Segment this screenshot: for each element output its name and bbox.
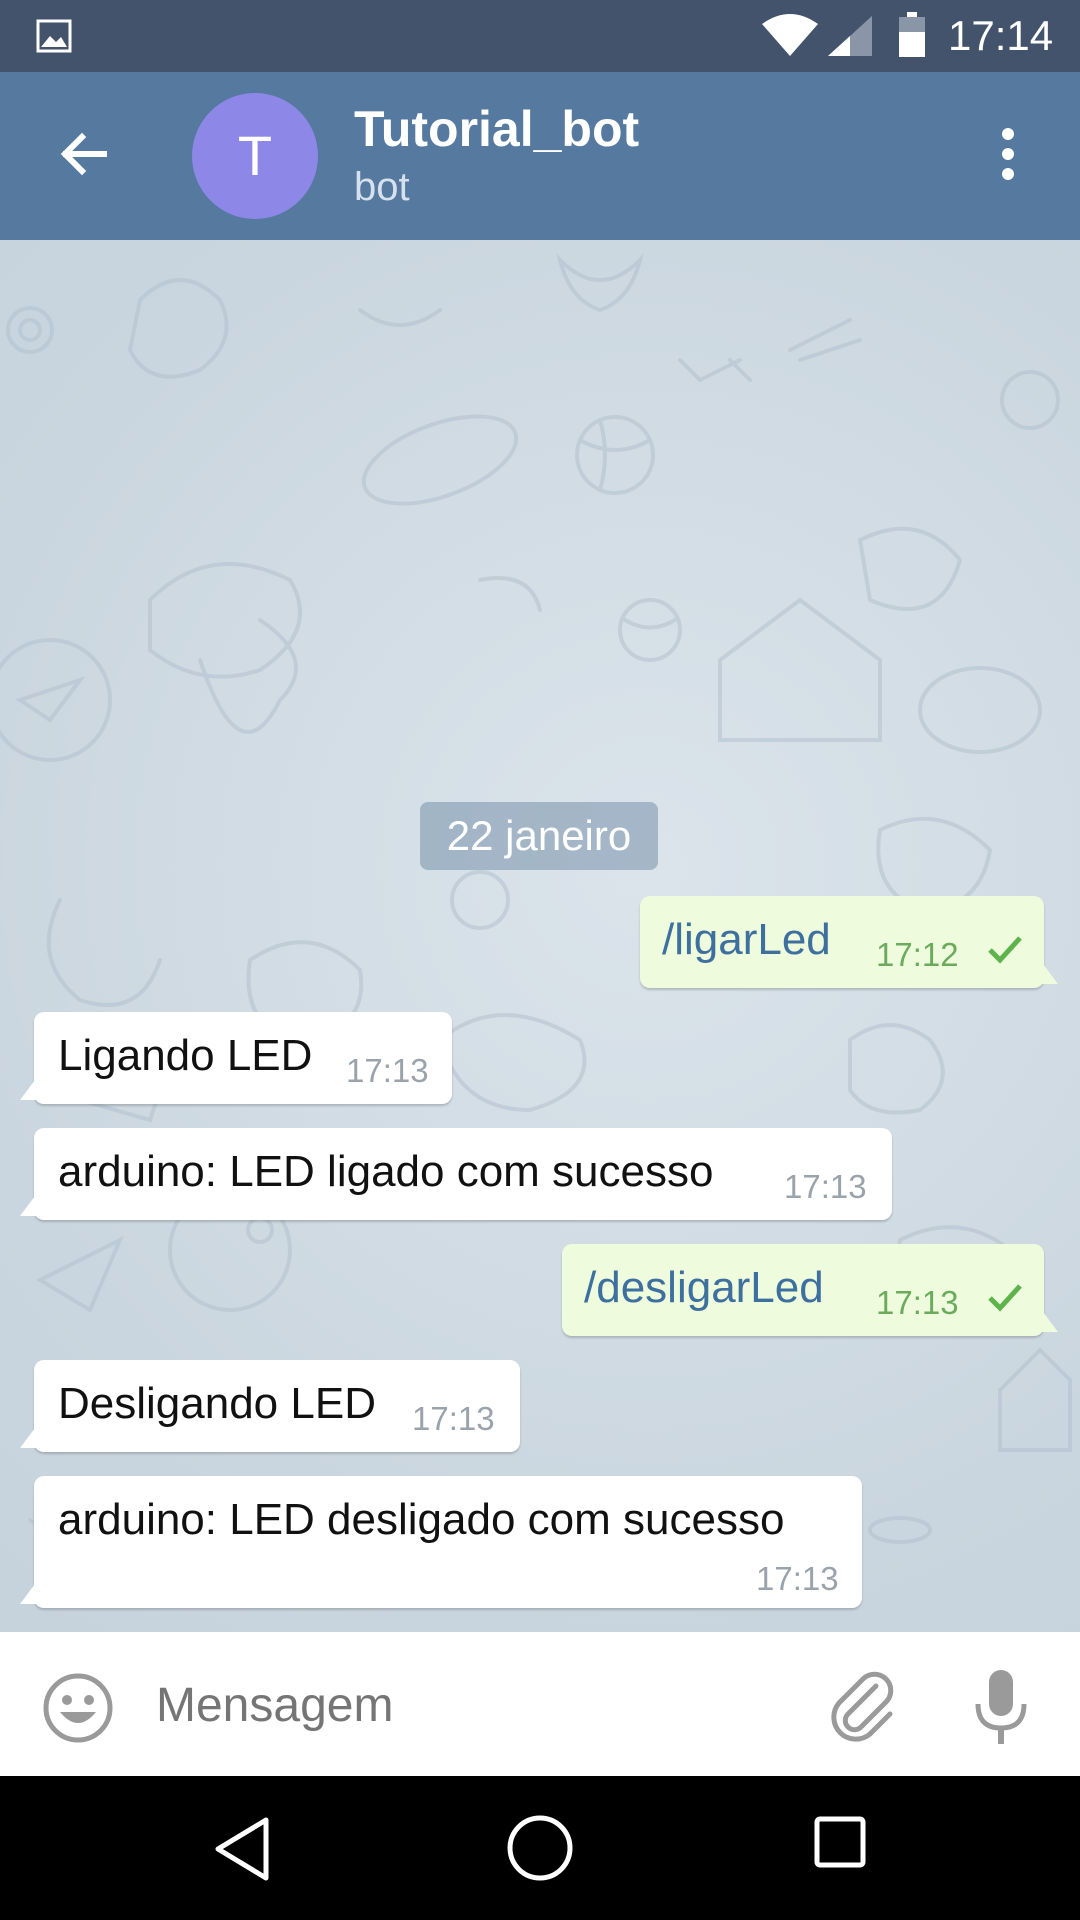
outgoing-message[interactable]: /ligarLed 17:12 (640, 896, 1058, 988)
check-icon (988, 1284, 1022, 1312)
incoming-message[interactable]: Ligando LED 17:13 (20, 1012, 452, 1104)
message-input[interactable] (156, 1678, 796, 1734)
bubble-tail (20, 1076, 38, 1100)
gallery-icon (36, 19, 72, 53)
message-text[interactable]: arduino: LED ligado com sucesso (58, 1146, 713, 1198)
incoming-message[interactable]: arduino: LED desligado com sucesso 17:13 (20, 1476, 862, 1608)
nav-home-icon[interactable] (504, 1812, 576, 1884)
check-icon (988, 936, 1022, 964)
message-text[interactable]: arduino: LED desligado com sucesso (58, 1494, 784, 1546)
message-time: 17:12 (876, 936, 959, 973)
avatar[interactable]: T (192, 93, 318, 219)
bubble-tail (20, 1580, 38, 1604)
date-separator: 22 janeiro (420, 802, 658, 870)
bubble-tail (20, 1424, 38, 1448)
system-nav-bar (0, 1776, 1080, 1920)
message-text[interactable]: Desligando LED (58, 1378, 376, 1430)
chat-title[interactable]: Tutorial_bot (354, 100, 639, 158)
message-text[interactable]: Ligando LED (58, 1030, 312, 1082)
incoming-message[interactable]: Desligando LED 17:13 (20, 1360, 520, 1452)
bubble-tail (1040, 960, 1058, 984)
microphone-icon[interactable] (972, 1668, 1030, 1746)
bubble-tail (1040, 1308, 1058, 1332)
message-input-bar (0, 1632, 1080, 1776)
attach-icon[interactable] (826, 1668, 900, 1742)
status-time: 17:14 (948, 12, 1054, 59)
message-time: 17:13 (784, 1168, 867, 1205)
nav-recents-icon[interactable] (814, 1816, 866, 1868)
more-vert-icon[interactable] (990, 124, 1026, 184)
bubble-tail (20, 1192, 38, 1216)
message-time: 17:13 (876, 1284, 959, 1321)
battery-icon (899, 12, 925, 57)
message-text[interactable]: /desligarLed (584, 1262, 824, 1314)
message-time: 17:13 (756, 1560, 839, 1597)
wifi-icon (762, 14, 818, 56)
nav-back-icon[interactable] (210, 1814, 274, 1884)
incoming-message[interactable]: arduino: LED ligado com sucesso 17:13 (20, 1128, 892, 1220)
back-arrow-icon[interactable] (54, 124, 114, 184)
message-time: 17:13 (346, 1052, 429, 1089)
message-time: 17:13 (412, 1400, 495, 1437)
emoji-icon[interactable] (42, 1672, 114, 1744)
chat-subtitle: bot (354, 165, 410, 209)
outgoing-message[interactable]: /desligarLed 17:13 (562, 1244, 1058, 1336)
message-text[interactable]: /ligarLed (662, 914, 831, 966)
chat-area[interactable]: 22 janeiro /ligarLed 17:12 Ligando LED 1… (0, 240, 1080, 1632)
chat-header: T Tutorial_bot bot (0, 72, 1080, 240)
signal-icon (828, 16, 872, 56)
status-bar: 17:14 (0, 0, 1080, 72)
